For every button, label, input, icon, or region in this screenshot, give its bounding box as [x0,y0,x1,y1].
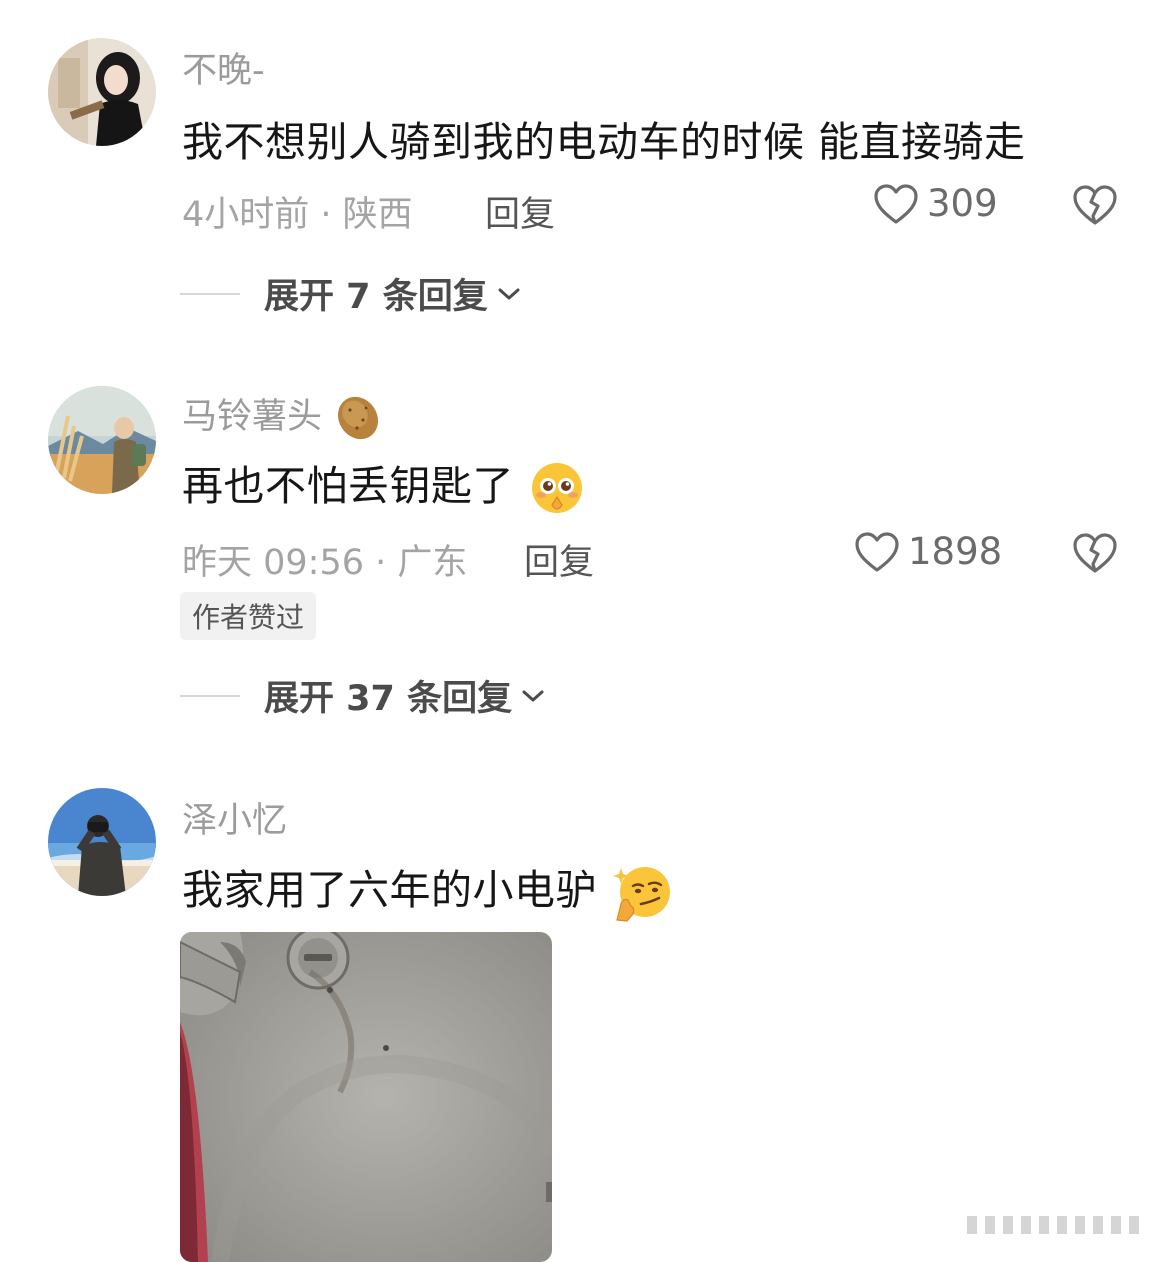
expand-replies[interactable]: 展开 7 条回复 [180,268,522,319]
thinking-smirk-face-icon [612,867,670,922]
username[interactable]: 不晚- [182,42,265,93]
reply-button[interactable]: 回复 [524,534,594,585]
broken-heart-icon [1073,533,1117,573]
divider-line [180,292,240,295]
username[interactable]: 泽小忆 [182,792,287,843]
like-count: 309 [927,182,998,225]
broken-heart-icon [1073,185,1117,225]
expand-replies[interactable]: 展开 37 条回复 [180,670,546,721]
comment-text: 我不想别人骑到我的电动车的时候 能直接骑走 [182,118,1026,166]
potato-icon [338,396,379,440]
heart-icon [874,183,918,224]
reply-button[interactable]: 回复 [485,186,555,237]
expand-replies-label: 展开 7 条回复 [264,277,488,317]
avatar[interactable] [48,386,156,494]
comment-text: 再也不怕丢钥匙了 [182,452,586,517]
dislike-button[interactable] [1072,184,1118,230]
chevron-down-icon [498,288,520,299]
like-button[interactable]: 309 [873,182,998,225]
expand-replies-label: 展开 37 条回复 [264,679,513,719]
author-liked-badge: 作者赞过 [180,592,317,640]
pleading-face-icon [531,463,582,513]
comment-photo[interactable] [180,932,552,1262]
divider-line [180,694,240,697]
comment-meta: 4小时前 · 陕西 [182,195,413,235]
chevron-down-icon [522,690,544,701]
like-button[interactable]: 1898 [854,530,1002,573]
comment-meta: 昨天 09:56 · 广东 [182,543,468,583]
username[interactable]: 马铃薯头 [182,388,383,442]
avatar[interactable] [48,788,156,896]
page-scroll-indicator [961,1210,1161,1240]
dislike-button[interactable] [1072,532,1118,578]
like-count: 1898 [908,530,1003,573]
comment-text-body: 再也不怕丢钥匙了 [182,462,514,510]
username-text: 马铃薯头 [182,397,323,437]
comment-text: 我家用了六年的小电驴 [182,856,673,922]
comment-text-body: 我家用了六年的小电驴 [182,866,597,914]
avatar[interactable] [48,38,156,146]
heart-icon [855,531,899,572]
